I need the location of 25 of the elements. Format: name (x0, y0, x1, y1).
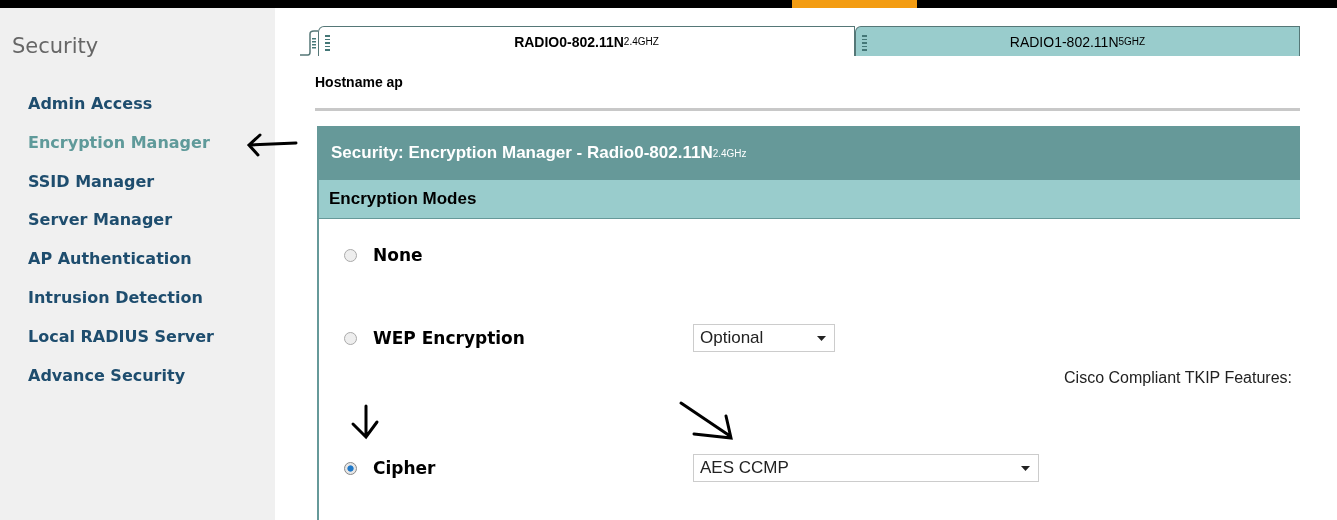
sidebar-link[interactable]: Local RADIUS Server (0, 326, 214, 366)
tab-edge-icon (300, 30, 318, 56)
tkip-label: Cisco Compliant TKIP Features: (1064, 369, 1292, 388)
hostname-label: Hostname ap (315, 74, 404, 90)
caret-icon (817, 335, 826, 341)
radio-button[interactable] (344, 248, 357, 262)
section-header: Encryption Modes (319, 180, 1300, 219)
radio-button[interactable] (344, 331, 357, 345)
sidebar-link[interactable]: Server Manager (0, 210, 173, 250)
radio-button[interactable] (344, 461, 357, 475)
sidebar-link[interactable]: Intrusion Detection (0, 288, 203, 327)
hand-drawn-arrow-icon (350, 404, 380, 440)
sidebar-link[interactable]: AP Authentication (0, 249, 192, 288)
sidebar-link[interactable]: SSID Manager (0, 171, 155, 211)
sidebar-link[interactable]: Admin Access (0, 94, 153, 133)
sidebar-link[interactable]: Advance Security (0, 365, 186, 405)
option-label: Cipher (373, 458, 437, 478)
hand-drawn-arrow-icon (678, 400, 734, 442)
dropdown[interactable]: Optional (693, 324, 835, 352)
option-label: WEP Encryption (373, 328, 526, 348)
sidebar-title: Security (11, 33, 100, 60)
hand-drawn-arrow-icon (246, 133, 298, 157)
dropdown[interactable]: AES CCMP (693, 454, 1039, 482)
caret-icon (1021, 465, 1030, 471)
option-label: None (373, 245, 424, 265)
